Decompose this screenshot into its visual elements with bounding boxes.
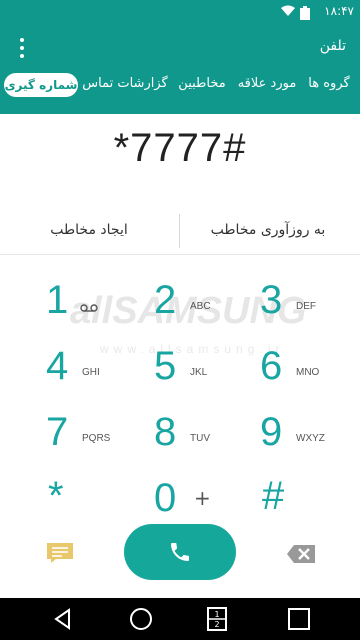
key-4[interactable]: 4 GHI — [20, 334, 140, 400]
key-digit: * — [48, 474, 64, 518]
tab-contacts[interactable]: مخاطبین — [172, 66, 232, 102]
key-7[interactable]: 7 PQRS — [20, 400, 140, 466]
tab-call-logs[interactable]: گزارشات تماس — [80, 66, 170, 102]
key-letters: JKL — [190, 367, 208, 378]
overflow-menu-icon[interactable] — [14, 36, 30, 60]
key-digit: 2 — [154, 278, 177, 322]
wifi-icon — [281, 5, 295, 16]
contact-actions: ایجاد مخاطب به روزآوری مخاطب — [0, 212, 360, 248]
message-icon[interactable] — [46, 542, 74, 564]
status-bar: ۱۸:۴۷ — [0, 0, 360, 24]
home-icon[interactable] — [128, 606, 154, 632]
call-controls — [0, 522, 360, 590]
clock: ۱۸:۴۷ — [324, 4, 354, 18]
create-contact-button[interactable]: ایجاد مخاطب — [14, 212, 164, 248]
key-digit: 7 — [46, 410, 69, 454]
app-bar: تلفن گروه ها مورد علاقه مخاطبین گزارشات … — [0, 24, 360, 114]
key-9[interactable]: 9 WXYZ — [234, 400, 354, 466]
key-digit: 5 — [154, 344, 177, 388]
key-digit: # — [262, 474, 285, 518]
key-letters: DEF — [296, 301, 316, 312]
backspace-icon[interactable] — [286, 544, 316, 564]
key-digit: 1 — [46, 278, 69, 322]
dual-window-icon[interactable]: 1 2 — [204, 606, 230, 632]
battery-icon — [300, 6, 310, 20]
key-6[interactable]: 6 MNO — [234, 334, 354, 400]
back-icon[interactable] — [50, 606, 76, 632]
divider — [179, 214, 180, 248]
key-1[interactable]: 1 — [20, 268, 140, 334]
app-title: تلفن — [319, 38, 346, 54]
key-letters: TUV — [190, 433, 210, 444]
key-digit: 6 — [260, 344, 283, 388]
key-letters: WXYZ — [296, 433, 325, 444]
separator — [0, 254, 360, 255]
dialed-number[interactable]: *7777# — [0, 126, 360, 182]
tab-groups[interactable]: گروه ها — [300, 66, 358, 102]
navigation-bar: 1 2 — [0, 598, 360, 640]
call-button[interactable] — [124, 524, 236, 580]
svg-text:1: 1 — [214, 610, 219, 619]
tab-dialer[interactable]: شماره گیری — [4, 73, 78, 97]
key-letters: GHI — [82, 367, 100, 378]
keypad: 1 2 ABC 3 DEF 4 GHI 5 JKL 6 MNO 7 PQRS 8… — [0, 262, 360, 526]
key-5[interactable]: 5 JKL — [128, 334, 248, 400]
phone-icon — [171, 543, 189, 561]
key-digit: 9 — [260, 410, 283, 454]
key-digit: 8 — [154, 410, 177, 454]
key-8[interactable]: 8 TUV — [128, 400, 248, 466]
key-letters: MNO — [296, 367, 320, 378]
key-2[interactable]: 2 ABC — [128, 268, 248, 334]
svg-text:2: 2 — [214, 620, 219, 629]
key-digit: 3 — [260, 278, 283, 322]
key-letters: + — [194, 486, 211, 510]
key-letters: PQRS — [82, 433, 111, 444]
tab-favorites[interactable]: مورد علاقه — [234, 66, 300, 102]
key-3[interactable]: 3 DEF — [234, 268, 354, 334]
recents-icon[interactable] — [286, 606, 312, 632]
tab-bar: گروه ها مورد علاقه مخاطبین گزارشات تماس … — [0, 66, 360, 102]
key-letters: ABC — [190, 301, 211, 312]
key-digit: 0 — [154, 476, 177, 520]
voicemail-icon — [80, 304, 98, 312]
key-digit: 4 — [46, 344, 69, 388]
update-contact-button[interactable]: به روزآوری مخاطب — [190, 212, 346, 248]
